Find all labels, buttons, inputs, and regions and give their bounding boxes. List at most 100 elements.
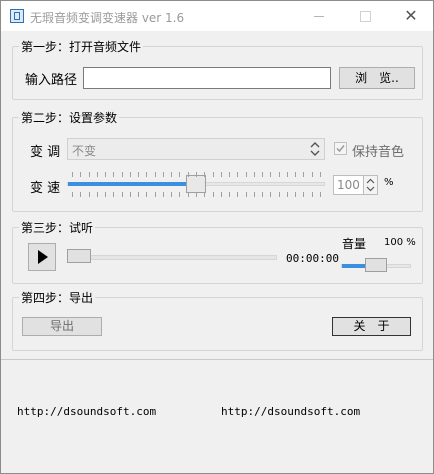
path-input[interactable] [83,67,331,89]
slider-tick [196,172,197,177]
slider-tick [213,192,214,197]
slider-tick [179,192,180,197]
speed-spin-buttons[interactable] [363,176,377,194]
slider-tick [254,192,255,197]
pitch-label: 变 调 [30,145,61,160]
slider-tick [155,172,156,177]
slider-tick [171,172,172,177]
slider-tick [72,172,73,177]
slider-tick [146,172,147,177]
minimize-button[interactable] [296,1,342,31]
slider-tick [171,192,172,197]
step2-group: 第二步：设置参数 变 调 不变 保持音色 变 速 100 % [12,109,423,212]
slider-tick [196,192,197,197]
keep-tone-checkbox[interactable] [334,142,347,155]
updown-chevron-icon [310,142,320,156]
slider-tick [122,172,123,177]
slider-tick [303,192,304,197]
spin-arrows-icon [366,178,375,192]
slider-tick [179,172,180,177]
slider-tick [155,192,156,197]
volume-value: 100 % [384,237,416,248]
play-icon [38,250,48,264]
speed-slider-thumb[interactable] [186,175,206,193]
slider-tick [229,172,230,177]
slider-tick [97,172,98,177]
path-label: 输入路径 [25,73,78,88]
about-button[interactable]: 关 于 [332,317,411,336]
slider-tick [279,172,280,177]
window-title: 无瑕音频变调变速器 ver 1.6 [30,11,185,25]
slider-tick [72,192,73,197]
slider-tick [138,172,139,177]
footer-link-right[interactable]: http://dsoundsoft.com [221,405,360,418]
browse-button[interactable]: 浏 览.. [339,67,415,89]
step1-group: 第一步：打开音频文件 输入路径 浏 览.. [12,38,423,100]
slider-tick [163,172,164,177]
step1-legend: 第一步：打开音频文件 [19,38,144,55]
step3-group: 第三步：试听 00:00:00 音量 100 % [12,219,423,284]
step2-legend: 第二步：设置参数 [19,109,120,126]
app-window: 无瑕音频变调变速器 ver 1.6 ✕ 第一步：打开音频文件 输入路径 浏 览.… [0,0,434,474]
speed-unit: % [384,177,394,188]
slider-tick [97,192,98,197]
volume-label: 音量 [342,237,367,251]
slider-tick [80,192,81,197]
slider-tick [89,172,90,177]
volume-slider-thumb[interactable] [365,258,387,272]
play-button[interactable] [28,243,56,271]
pitch-select[interactable]: 不变 [67,138,325,160]
slider-tick [221,192,222,197]
slider-tick [246,192,247,197]
slider-tick [213,172,214,177]
footer-divider [1,359,433,360]
slider-tick [89,192,90,197]
slider-tick [320,172,321,177]
slider-tick [188,172,189,177]
step4-legend: 第四步：导出 [19,289,96,306]
pitch-select-value: 不变 [72,144,97,158]
slider-tick [237,172,238,177]
slider-tick [262,192,263,197]
close-icon[interactable]: ✕ [388,1,434,31]
slider-tick [246,172,247,177]
export-button[interactable]: 导出 [22,317,102,336]
footer-link-left[interactable]: http://dsoundsoft.com [17,405,156,418]
slider-tick [303,172,304,177]
app-icon [10,9,24,23]
slider-tick [287,192,288,197]
slider-tick [163,192,164,197]
playback-slider[interactable] [67,247,277,267]
slider-tick [295,192,296,197]
slider-tick [229,192,230,197]
slider-tick [188,192,189,197]
slider-tick [262,172,263,177]
slider-tick [113,172,114,177]
slider-tick [320,192,321,197]
step4-group: 第四步：导出 导出 关 于 [12,289,423,351]
slider-tick [221,172,222,177]
slider-tick [105,192,106,197]
slider-tick [270,192,271,197]
slider-tick [130,192,131,197]
slider-tick [204,192,205,197]
checkmark-icon [336,145,345,153]
maximize-button[interactable] [342,1,388,31]
slider-tick [254,172,255,177]
slider-tick [138,192,139,197]
volume-slider[interactable] [341,258,411,274]
slider-tick [312,192,313,197]
slider-tick [270,172,271,177]
slider-tick [295,172,296,177]
step3-legend: 第三步：试听 [19,219,96,236]
speed-spinbox[interactable]: 100 [333,175,378,195]
speed-slider[interactable] [67,170,325,200]
slider-tick [204,172,205,177]
playback-time: 00:00:00 [286,252,339,265]
slider-tick [80,172,81,177]
keep-tone-label: 保持音色 [352,145,405,160]
slider-tick [113,192,114,197]
playback-slider-thumb[interactable] [67,249,91,263]
slider-tick [312,172,313,177]
slider-tick [146,192,147,197]
